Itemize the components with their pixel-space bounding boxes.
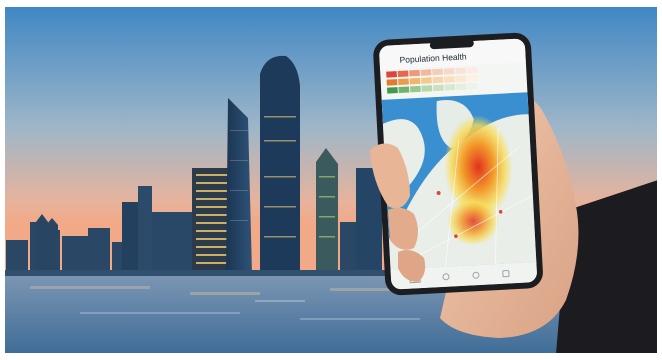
- legend-swatch: [409, 69, 420, 77]
- tower-138: [138, 186, 152, 274]
- legend-swatch: [444, 84, 456, 91]
- legend-swatch: [398, 86, 410, 94]
- legend-swatch: [420, 69, 432, 76]
- legend-swatch: [432, 84, 444, 92]
- tower-tallest: [260, 55, 300, 275]
- legend-swatch: [467, 82, 479, 90]
- tower-122: [122, 202, 138, 274]
- legend-swatch: [409, 85, 421, 93]
- legend-swatch: [397, 70, 409, 78]
- legend-swatch: [386, 71, 397, 78]
- legend-swatch: [466, 74, 478, 82]
- tower-angled: [226, 98, 252, 274]
- legend-swatch: [443, 68, 455, 75]
- legend-swatch: [398, 78, 409, 86]
- tower-left-pair: [36, 214, 58, 274]
- city-skyline-scene: Population Health: [3, 5, 659, 355]
- legend-swatch: [444, 76, 455, 83]
- legend-swatch: [455, 75, 467, 83]
- legend-swatch: [409, 77, 421, 85]
- legend-swatch: [386, 79, 398, 86]
- legend-swatch: [466, 66, 478, 74]
- legend-swatch: [432, 68, 443, 76]
- tower-152: [152, 212, 192, 274]
- legend-swatch: [432, 76, 444, 84]
- legend-swatch: [421, 85, 433, 92]
- tower-green: [316, 148, 338, 274]
- legend-swatch: [387, 87, 398, 94]
- legend-swatch: [421, 77, 432, 84]
- legend-swatch: [455, 67, 466, 75]
- legend-swatch: [455, 83, 467, 90]
